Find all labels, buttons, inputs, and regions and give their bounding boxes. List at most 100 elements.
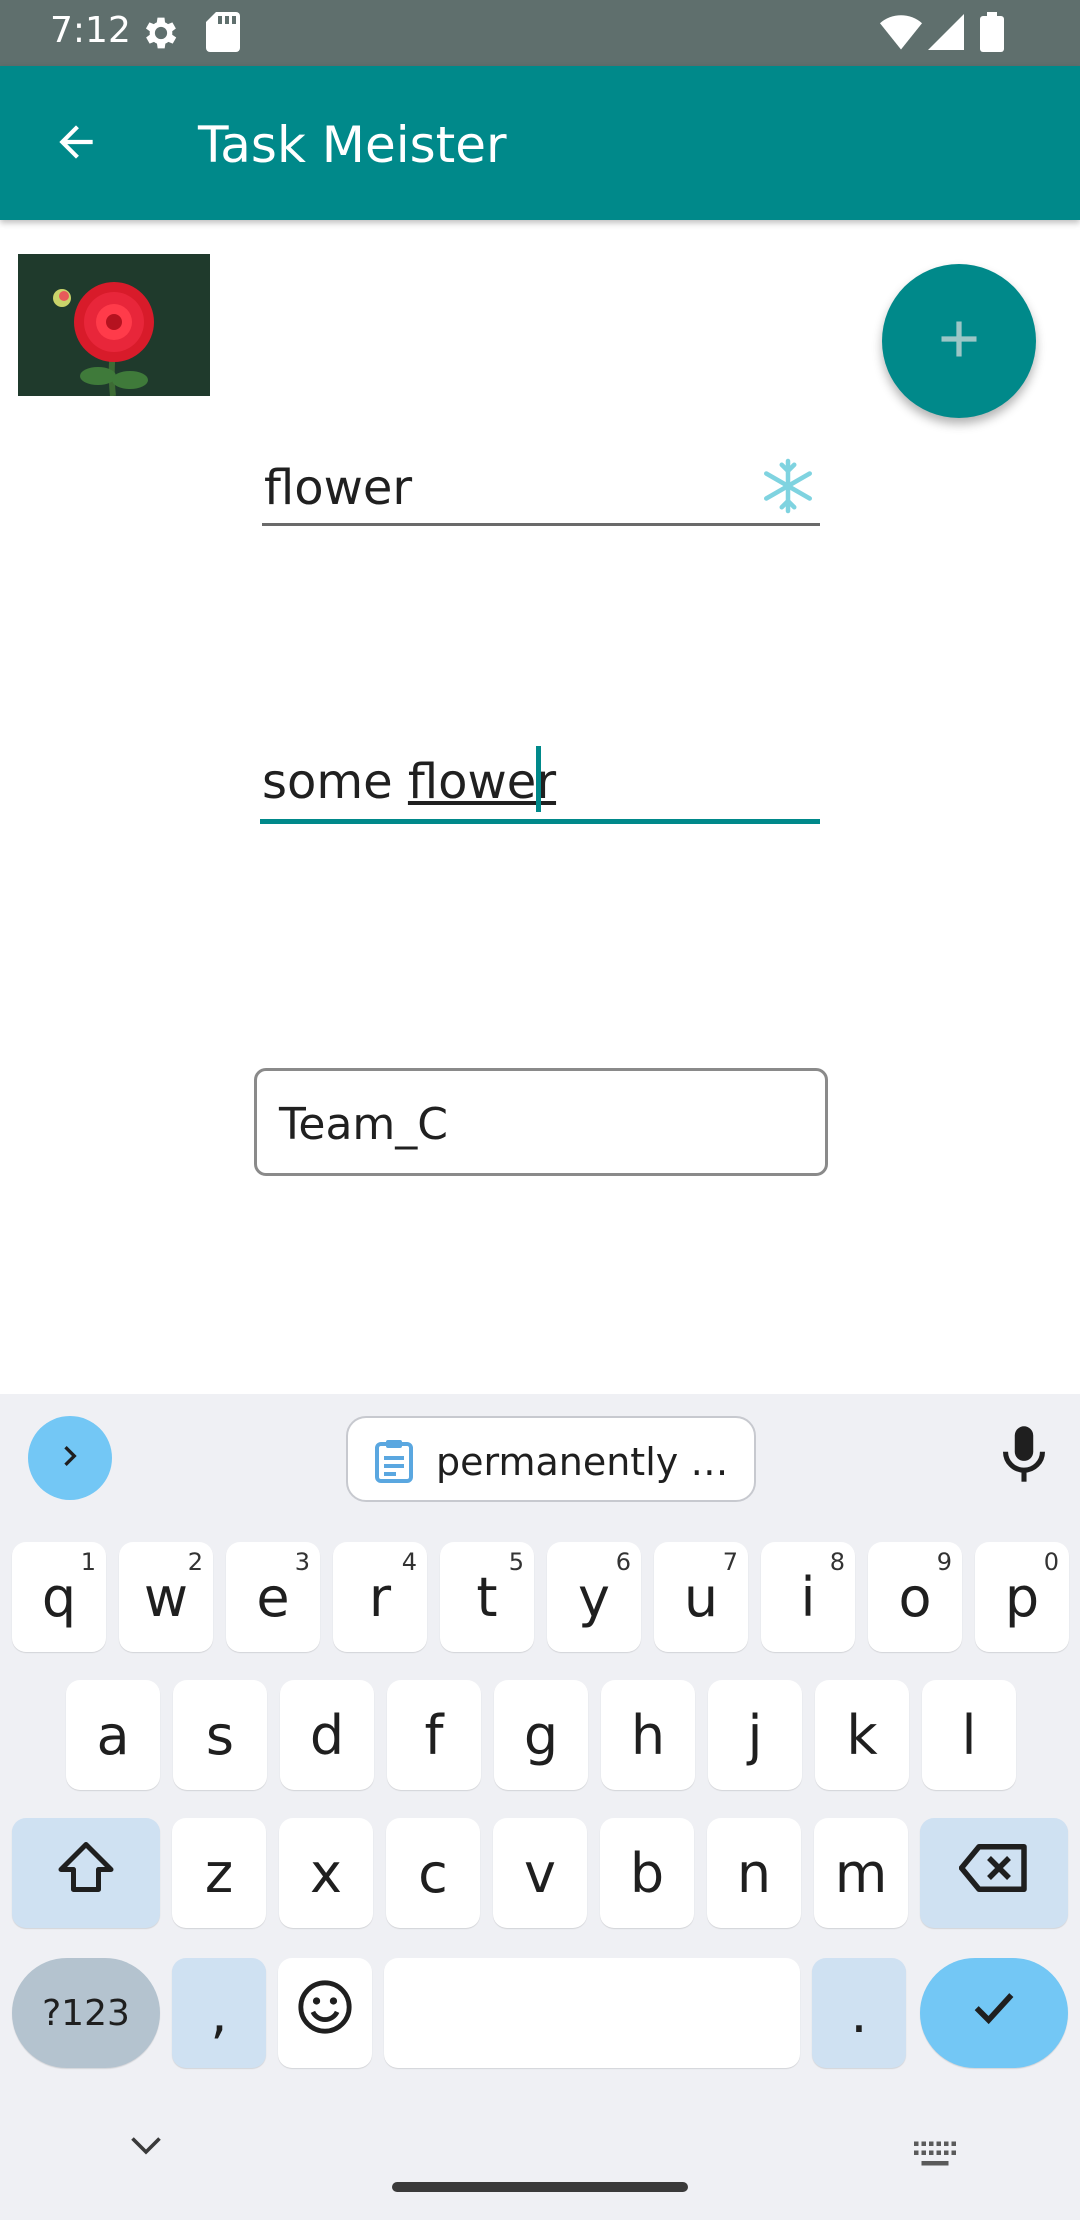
key-label: i (800, 1565, 816, 1629)
key-hint-number: 2 (187, 1548, 203, 1576)
key-l[interactable]: l (922, 1680, 1016, 1790)
app-bar: Task Meister (0, 66, 1080, 220)
team-value: Team_C (279, 1099, 449, 1150)
plus-icon (938, 318, 980, 365)
key-label: e (256, 1565, 290, 1629)
key-label: a (96, 1703, 130, 1767)
description-composing-text: flower (407, 754, 557, 810)
key-n[interactable]: n (707, 1818, 801, 1928)
flower-image (18, 254, 210, 396)
backspace-key[interactable] (920, 1818, 1068, 1928)
key-a[interactable]: a (66, 1680, 160, 1790)
key-label: l (961, 1703, 977, 1767)
add-fab-button[interactable] (882, 264, 1036, 418)
key-d[interactable]: d (280, 1680, 374, 1790)
key-i[interactable]: i8 (761, 1542, 855, 1652)
key-label: u (683, 1565, 719, 1629)
status-bar: 7:12 (0, 0, 1080, 66)
key-z[interactable]: z (172, 1818, 266, 1928)
emoji-key[interactable] (278, 1958, 372, 2068)
key-x[interactable]: x (279, 1818, 373, 1928)
key-p[interactable]: p0 (975, 1542, 1069, 1652)
key-label: p (1004, 1565, 1040, 1629)
task-description-value: some flower (262, 754, 556, 810)
battery-icon (980, 12, 1004, 57)
signal-icon (928, 14, 964, 55)
shift-key[interactable] (12, 1818, 160, 1928)
key-label: y (578, 1565, 610, 1629)
key-hint-number: 3 (294, 1548, 310, 1576)
key-label: q (41, 1565, 77, 1629)
key-o[interactable]: o9 (868, 1542, 962, 1652)
key-hint-number: 0 (1043, 1548, 1059, 1576)
settings-gear-icon (140, 12, 182, 59)
text-cursor (536, 746, 541, 812)
key-c[interactable]: c (386, 1818, 480, 1928)
checkmark-icon (968, 1981, 1020, 2046)
key-label: x (310, 1841, 342, 1905)
wifi-icon (880, 14, 922, 55)
snowflake-icon[interactable] (758, 456, 818, 521)
backspace-icon (958, 1842, 1029, 1905)
task-image-thumbnail[interactable] (18, 254, 210, 396)
key-w[interactable]: w2 (119, 1542, 213, 1652)
symbols-key[interactable]: ?123 (12, 1958, 160, 2068)
task-description-field[interactable]: some flower (260, 742, 820, 824)
keyboard-switch-icon[interactable] (912, 2140, 958, 2175)
key-label: r (368, 1565, 392, 1629)
clipboard-suggestion-chip[interactable]: permanently … (346, 1416, 756, 1502)
key-hint-number: 6 (615, 1548, 631, 1576)
key-t[interactable]: t5 (440, 1542, 534, 1652)
back-button[interactable] (36, 104, 116, 184)
task-name-value: flower (264, 460, 413, 516)
team-selector-field[interactable]: Team_C (254, 1068, 828, 1176)
key-e[interactable]: e3 (226, 1542, 320, 1652)
description-prefix-text: some (262, 754, 408, 810)
key-label: v (524, 1841, 556, 1905)
key-y[interactable]: y6 (547, 1542, 641, 1652)
chevron-right-icon (50, 1436, 90, 1481)
screen: 7:12 Task Meister flower some flower Tea… (0, 0, 1080, 2220)
key-label: o (898, 1565, 932, 1629)
key-label: s (205, 1703, 235, 1767)
clipboard-icon (374, 1438, 414, 1489)
key-h[interactable]: h (601, 1680, 695, 1790)
enter-done-key[interactable] (920, 1958, 1068, 2068)
key-label: k (846, 1703, 878, 1767)
key-label: t (476, 1565, 498, 1629)
key-b[interactable]: b (600, 1818, 694, 1928)
key-j[interactable]: j (708, 1680, 802, 1790)
shift-arrow-icon (56, 1839, 116, 1908)
microphone-icon[interactable] (996, 1424, 1052, 1489)
status-time: 7:12 (50, 10, 131, 51)
key-hint-number: 1 (80, 1548, 96, 1576)
key-f[interactable]: f (387, 1680, 481, 1790)
key-label: f (424, 1703, 444, 1767)
key-g[interactable]: g (494, 1680, 588, 1790)
page-title: Task Meister (198, 116, 507, 174)
key-m[interactable]: m (814, 1818, 908, 1928)
comma-key[interactable]: , (172, 1958, 266, 2068)
key-u[interactable]: u7 (654, 1542, 748, 1652)
space-key[interactable] (384, 1958, 800, 2068)
sd-card-icon (206, 12, 240, 57)
hide-keyboard-chevron-down-icon[interactable] (128, 2134, 164, 2163)
emoji-smile-icon (296, 1978, 354, 2049)
key-q[interactable]: q1 (12, 1542, 106, 1652)
key-s[interactable]: s (173, 1680, 267, 1790)
home-gesture-bar[interactable] (392, 2182, 688, 2192)
key-hint-number: 5 (508, 1548, 524, 1576)
key-label: d (309, 1703, 345, 1767)
keyboard-toolbar-toggle-button[interactable] (28, 1416, 112, 1500)
key-label: b (629, 1841, 665, 1905)
key-label: w (143, 1565, 189, 1629)
task-name-field[interactable]: flower (262, 448, 820, 526)
key-v[interactable]: v (493, 1818, 587, 1928)
key-label: m (834, 1841, 888, 1905)
key-r[interactable]: r4 (333, 1542, 427, 1652)
soft-keyboard: permanently … ?123 , . q 1 w 2 e 3 r 4 t… (0, 1394, 1080, 2220)
period-key[interactable]: . (812, 1958, 906, 2068)
key-label: h (630, 1703, 666, 1767)
key-label: g (523, 1703, 559, 1767)
key-k[interactable]: k (815, 1680, 909, 1790)
